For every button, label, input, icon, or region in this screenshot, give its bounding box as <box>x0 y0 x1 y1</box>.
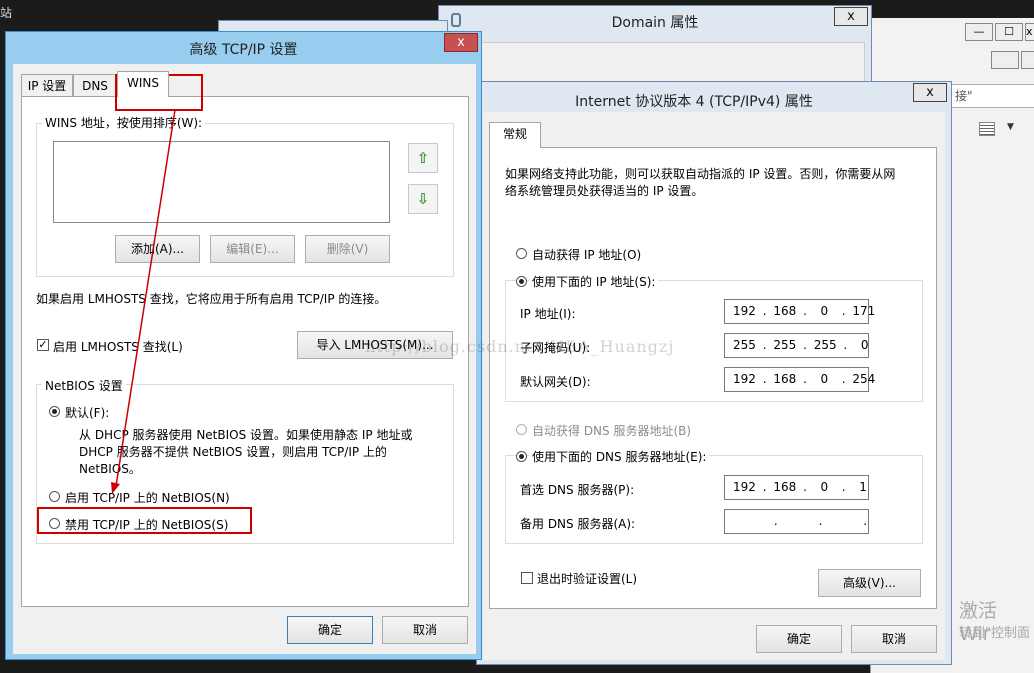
watermark: http://blog.csdn.net/HBA_Huangzj <box>365 337 675 356</box>
tab-general[interactable]: 常规 <box>489 122 541 148</box>
tab-wins[interactable]: WINS <box>117 71 169 97</box>
